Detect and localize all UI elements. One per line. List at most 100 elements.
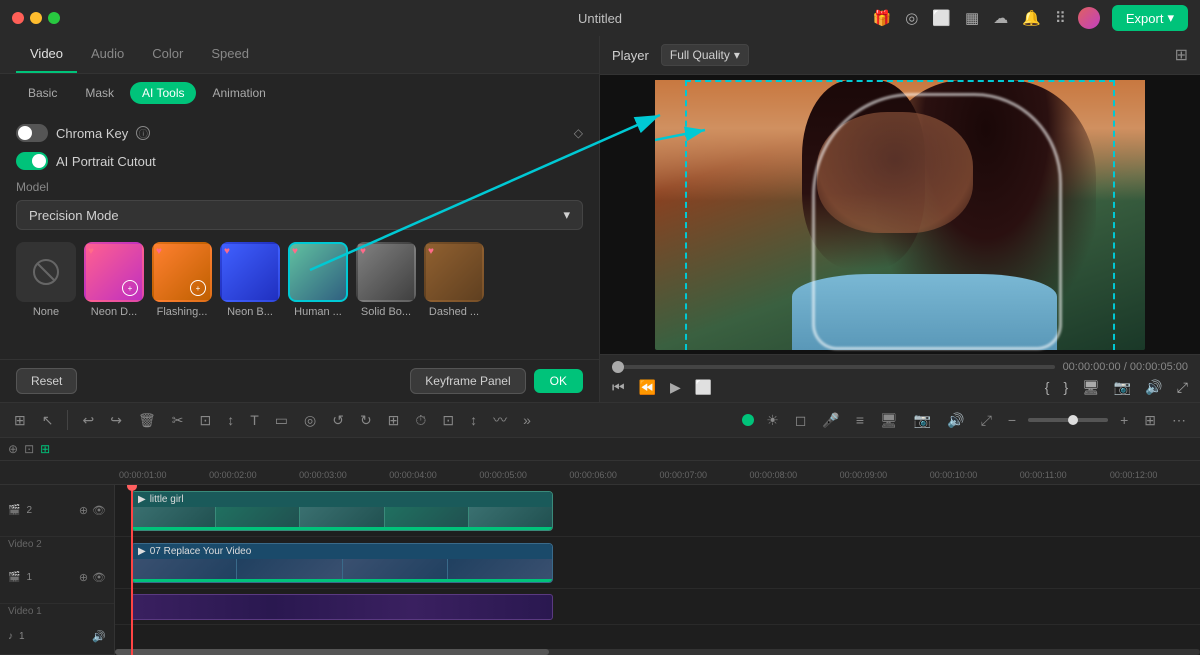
tool-mic[interactable]: 🎤 [818, 408, 843, 433]
zoom-in-icon[interactable]: + [1116, 408, 1132, 432]
tool-rotate[interactable]: ↺ [328, 408, 348, 433]
maximize-button[interactable] [48, 12, 60, 24]
minimize-button[interactable] [30, 12, 42, 24]
subtab-animation[interactable]: Animation [200, 82, 277, 104]
tool-effect[interactable]: ↻ [356, 408, 376, 433]
bracket-right-btn[interactable]: } [1063, 379, 1068, 396]
track2-add[interactable]: ⊕ [79, 504, 88, 517]
playhead[interactable] [131, 485, 133, 655]
diamond-icon[interactable]: ◇ [574, 126, 583, 140]
tl-scene-icon[interactable]: ⊡ [24, 442, 34, 456]
effect-neon-b[interactable]: ♥ Neon B... [220, 242, 280, 318]
step-back-btn[interactable]: ⏪ [639, 379, 656, 396]
scrollbar-thumb[interactable] [115, 649, 549, 655]
tool-split[interactable]: ↕ [223, 408, 238, 432]
subtab-aitools[interactable]: AI Tools [130, 82, 196, 104]
tool-sun[interactable]: ☀ [762, 408, 783, 433]
ok-button[interactable]: OK [534, 369, 583, 393]
tab-speed[interactable]: Speed [197, 36, 263, 73]
tool-redo[interactable]: ↪ [106, 408, 126, 433]
circle-icon[interactable]: ◎ [905, 9, 918, 27]
tool-shape[interactable]: ▭ [271, 408, 292, 433]
grid-icon[interactable]: ▦ [965, 9, 979, 27]
export-button[interactable]: Export ▾ [1112, 5, 1188, 31]
avatar[interactable] [1078, 7, 1100, 29]
reset-button[interactable]: Reset [16, 368, 77, 394]
zoom-out-icon[interactable]: − [1004, 408, 1020, 432]
stop-btn[interactable]: ⬜ [695, 379, 712, 396]
subtab-mask[interactable]: Mask [73, 82, 126, 104]
player-progress-bar[interactable] [612, 365, 1055, 369]
tool-cut[interactable]: ✂ [168, 408, 188, 433]
tool-screen2[interactable]: 🖥 [876, 408, 902, 433]
effect-solid[interactable]: ♥ Solid Bo... [356, 242, 416, 318]
subtab-basic[interactable]: Basic [16, 82, 69, 104]
panel-bottom: Reset Keyframe Panel OK [0, 359, 599, 402]
volume-btn[interactable]: 🔊 [1145, 379, 1162, 396]
video1-clip[interactable]: ▶ 07 Replace Your Video [131, 543, 553, 583]
track2-eye[interactable]: 👁 [92, 504, 106, 517]
cloud-icon[interactable]: ☁ [993, 9, 1008, 27]
track1-add[interactable]: ⊕ [79, 571, 88, 584]
effect-dashed[interactable]: ♥ Dashed ... [424, 242, 484, 318]
titlebar-right: 🎁 ◎ ⬜ ▦ ☁ 🔔 ⠿ Export ▾ [873, 5, 1188, 31]
tool-crop[interactable]: ⊡ [195, 408, 215, 433]
effect-none[interactable]: None [16, 242, 76, 318]
effect-neon-d[interactable]: ♥ + Neon D... [84, 242, 144, 318]
skip-back-btn[interactable]: ⏮ [612, 379, 625, 396]
chroma-key-info[interactable]: ⓘ [136, 126, 150, 140]
tool-layout[interactable]: ⊞ [1140, 408, 1160, 433]
ai-portrait-toggle[interactable] [16, 152, 48, 170]
track1-eye[interactable]: 👁 [92, 571, 106, 584]
tool-undo[interactable]: ↩ [78, 408, 98, 433]
audio-clip[interactable] [131, 594, 553, 620]
tab-video[interactable]: Video [16, 36, 77, 73]
tool-wave[interactable]: 〰 [489, 406, 511, 434]
tool-vol[interactable]: 🔊 [943, 408, 968, 433]
tool-text[interactable]: T [246, 408, 263, 432]
play-btn[interactable]: ▶ [670, 379, 681, 396]
audio-vol[interactable]: 🔊 [92, 630, 106, 643]
tool-delete[interactable]: 🗑 [134, 408, 160, 433]
tool-more[interactable]: » [519, 408, 535, 432]
bell-icon[interactable]: 🔔 [1022, 9, 1041, 27]
chroma-key-toggle[interactable] [16, 124, 48, 142]
tool-shield[interactable]: ◻ [791, 408, 811, 433]
tool-expand2[interactable]: ⤢ [977, 408, 996, 433]
tool-resize[interactable]: ⊡ [438, 408, 458, 433]
apps-icon[interactable]: ⠿ [1055, 9, 1066, 27]
track2-icons: ⊕ 👁 [79, 504, 106, 517]
tool-overlay[interactable]: ⊞ [384, 408, 404, 433]
keyframe-button[interactable]: Keyframe Panel [410, 368, 525, 394]
ruler-mark-11: 00:00:12:00 [1110, 466, 1200, 480]
effect-flashing[interactable]: ♥ + Flashing... [152, 242, 212, 318]
tl-snap-icon[interactable]: ⊞ [40, 442, 50, 456]
quality-dropdown[interactable]: Full Quality ▾ [661, 44, 749, 66]
zoom-slider[interactable] [1028, 418, 1108, 422]
effect-thumb-human: ♥ [288, 242, 348, 302]
gift-icon[interactable]: 🎁 [873, 9, 892, 27]
tool-list[interactable]: ≡ [852, 408, 868, 432]
tool-sticker[interactable]: ◎ [300, 408, 320, 433]
tool-snapshot[interactable]: 📷 [910, 408, 935, 433]
player-timeline-thumb[interactable] [612, 361, 624, 373]
tool-timer[interactable]: ⏱ [411, 408, 430, 433]
clip-btn[interactable]: 🖥 [1082, 379, 1100, 396]
close-button[interactable] [12, 12, 24, 24]
model-dropdown[interactable]: Precision Mode ▾ [16, 200, 583, 230]
grid-view-icon[interactable]: ⊞ [1175, 45, 1188, 65]
tab-audio[interactable]: Audio [77, 36, 138, 73]
tl-add-icon[interactable]: ⊕ [8, 442, 18, 456]
screen-icon[interactable]: ⬜ [932, 9, 951, 27]
tool-adjust[interactable]: ↕ [466, 408, 481, 432]
tab-color[interactable]: Color [138, 36, 197, 73]
timeline-scrollbar[interactable] [115, 649, 1200, 655]
bracket-left-btn[interactable]: { [1045, 379, 1050, 396]
video2-clip[interactable]: ▶ little girl [131, 491, 553, 531]
camera-btn[interactable]: 📷 [1114, 379, 1131, 396]
tool-more2[interactable]: ⋯ [1168, 408, 1190, 433]
tool-cursor[interactable]: ↖ [38, 408, 58, 433]
tool-grid[interactable]: ⊞ [10, 408, 30, 433]
effect-human[interactable]: ♥ Human ... [288, 242, 348, 318]
expand-btn[interactable]: ⤢ [1177, 379, 1188, 396]
